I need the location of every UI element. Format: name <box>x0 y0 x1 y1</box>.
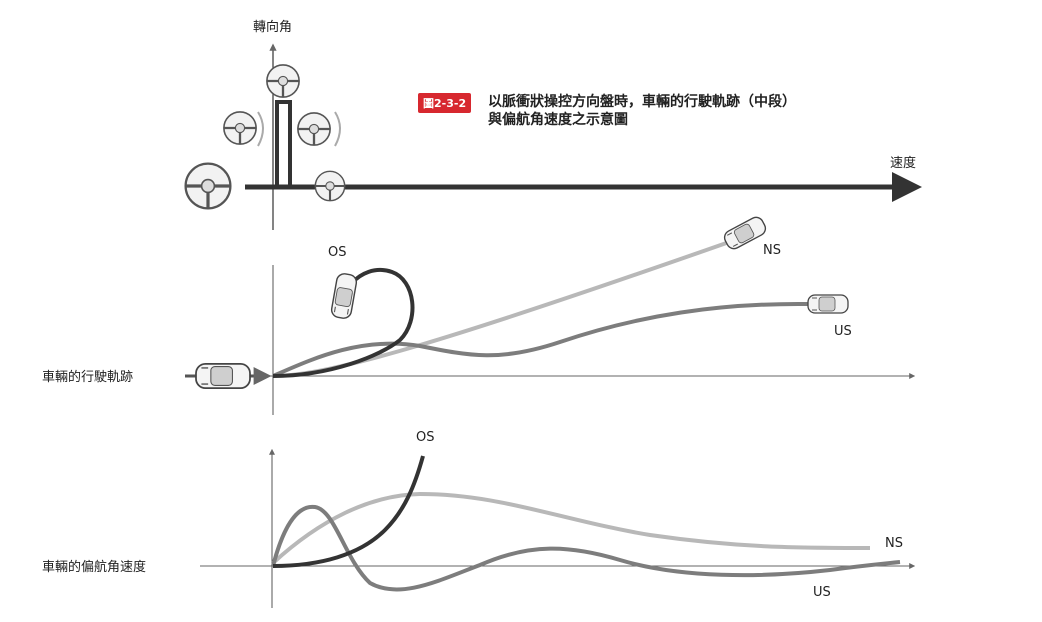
trajectory-row-label: 車輛的行駛軌跡 <box>42 370 134 385</box>
caption-line-1: 以脈衝狀操控方向盤時，車輛的行駛軌跡（中段） <box>488 94 796 110</box>
steering-wheel-icon <box>265 63 301 99</box>
os-yaw-label: OS <box>416 430 435 445</box>
yaw-ns-curve <box>271 491 871 565</box>
steering-wheel-icon <box>296 111 332 147</box>
figure-badge: 圖2-3-2 <box>418 93 472 113</box>
us-trajectory-label: US <box>834 324 852 339</box>
car-icon <box>807 294 849 314</box>
rotation-arrow-icon <box>257 111 264 147</box>
os-trajectory-label: OS <box>328 245 347 260</box>
caption-line-2: 與偏航角速度之示意圖 <box>488 112 628 128</box>
steering-wheel-icon <box>222 110 258 146</box>
car-icon <box>195 362 251 390</box>
us-yaw-label: US <box>813 585 831 600</box>
rotation-arrow-icon <box>334 111 341 147</box>
speed-axis-label: 速度 <box>890 156 917 171</box>
ns-yaw-label: NS <box>885 536 903 551</box>
steering-axis-group <box>245 43 922 230</box>
yaw-rate-row-label: 車輛的偏航角速度 <box>42 560 147 575</box>
ns-trajectory-label: NS <box>763 243 781 258</box>
yaw-axes <box>200 448 916 608</box>
car-icon <box>329 271 359 321</box>
car-icon <box>721 214 769 252</box>
steering-angle-axis-label: 轉向角 <box>253 20 293 35</box>
trajectory-axes <box>268 265 916 415</box>
steering-wheel-icon <box>314 170 346 202</box>
steering-wheel-icon <box>184 162 232 210</box>
